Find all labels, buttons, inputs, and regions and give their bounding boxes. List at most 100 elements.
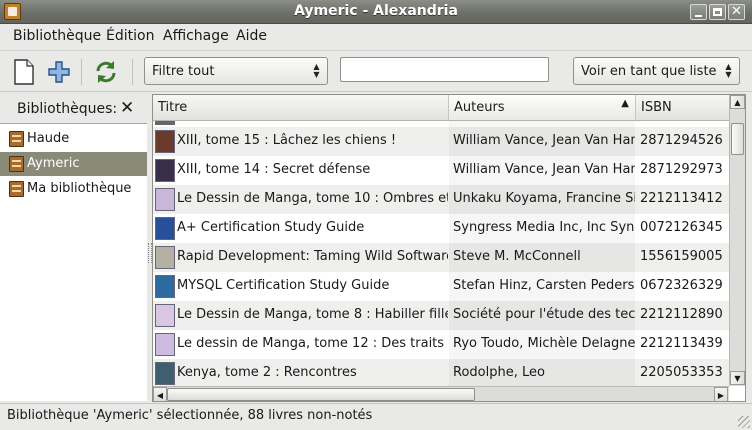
toolbar-separator — [81, 59, 82, 85]
authors-cell: Société pour l'étude des techniques — [449, 301, 635, 330]
column-header-isbn[interactable]: ISBN — [636, 95, 729, 120]
isbn-cell: 1556159005 — [640, 249, 723, 264]
table-header: Titre Auteurs ▲ ISBN — [153, 95, 729, 121]
maximize-button[interactable] — [709, 4, 726, 20]
isbn-cell: 0672326329 — [640, 278, 723, 293]
scroll-down-arrow-icon[interactable]: ▼ — [730, 371, 745, 385]
menu-bibliotheque[interactable]: Bibliothèque — [13, 28, 101, 44]
isbn-cell: 2871292973 — [640, 162, 723, 177]
filter-dropdown[interactable]: Filtre tout ▲ ▼ — [144, 57, 328, 85]
menu-edition[interactable]: Édition — [106, 28, 154, 44]
authors-cell: Steve M. McConnell — [449, 243, 635, 272]
book-cover — [155, 121, 175, 125]
status-text: Bibliothèque 'Aymeric' sélectionnée, 88 … — [7, 408, 373, 423]
menu-affichage[interactable]: Affichage — [163, 28, 229, 44]
column-header-title[interactable]: Titre — [153, 95, 449, 120]
title-cell: XIII, tome 14 : Secret défense — [177, 162, 371, 177]
library-icon — [9, 131, 24, 147]
view-mode-dropdown[interactable]: Voir en tant que liste ▲ ▼ — [573, 57, 740, 85]
book-cover — [155, 159, 175, 182]
book-cover — [155, 130, 175, 153]
title-cell: Le dessin de Manga, tome 12 : Des traits… — [177, 336, 448, 351]
library-item-label: Haude — [27, 131, 70, 146]
table-row[interactable]: Le Dessin de Manga, tome 8 : Habiller fi… — [153, 301, 729, 330]
table-row[interactable]: Kenya, tome 2 : Rencontres Rodolphe, Leo 2… — [153, 359, 729, 387]
column-header-authors[interactable]: Auteurs ▲ — [449, 95, 636, 120]
vertical-scroll-thumb[interactable] — [731, 123, 744, 155]
view-mode-value: Voir en tant que liste — [581, 64, 717, 79]
book-cover — [155, 304, 175, 327]
refresh-button[interactable] — [91, 57, 121, 87]
table-row[interactable]: Le dessin de Manga, tome 12 : Des traits… — [153, 330, 729, 359]
table-row[interactable]: Le Dessin de Manga, tome 10 : Ombres et … — [153, 185, 729, 214]
search-input[interactable] — [340, 57, 549, 82]
minimize-icon — [695, 15, 702, 17]
window-title: Aymeric - Alexandria — [294, 3, 458, 19]
table-row[interactable]: XIII, tome 14 : Secret défense William Va… — [153, 156, 729, 185]
authors-cell: William Vance, Jean Van Hamme — [449, 156, 635, 185]
add-book-button[interactable] — [44, 57, 74, 87]
authors-cell: Stefan Hinz, Carsten Pedersen — [449, 272, 635, 301]
table-row[interactable]: XIII, tome 15 : Lâchez les chiens ! Willi… — [153, 127, 729, 156]
scroll-left-arrow-icon[interactable]: ◀ — [153, 387, 167, 401]
table-row[interactable]: A+ Certification Study Guide Syngress Med… — [153, 214, 729, 243]
refresh-icon — [96, 61, 116, 83]
isbn-cell: 0072126345 — [640, 220, 723, 235]
title-cell: Kenya, tome 2 : Rencontres — [177, 365, 357, 380]
table-row[interactable]: MYSQL Certification Study Guide Stefan Hi… — [153, 272, 729, 301]
library-item-ma-bibliotheque[interactable]: Ma bibliothèque — [0, 177, 147, 201]
isbn-cell: 2205053353 — [640, 365, 723, 380]
horizontal-scrollbar[interactable]: ◀ ▶ — [153, 386, 729, 401]
menu-bar: Bibliothèque Édition Affichage Aide — [0, 25, 752, 49]
title-cell: Le Dessin de Manga, tome 10 : Ombres et … — [177, 191, 448, 206]
book-cover — [155, 275, 175, 298]
sort-ascending-icon: ▲ — [621, 98, 629, 109]
library-item-haude[interactable]: Haude — [0, 127, 147, 151]
title-cell: A+ Certification Study Guide — [177, 220, 365, 235]
title-bar: Aymeric - Alexandria ✕ — [0, 0, 752, 24]
isbn-cell: 2871294526 — [640, 133, 723, 148]
title-cell: XIII, tome 15 : Lâchez les chiens ! — [177, 133, 397, 148]
new-library-button[interactable] — [9, 57, 39, 87]
library-item-label: Ma bibliothèque — [27, 181, 132, 196]
title-cell: MYSQL Certification Study Guide — [177, 278, 390, 293]
authors-cell: Unkaku Koyama, Francine Sirven — [449, 185, 635, 214]
libraries-sidebar: Bibliothèques: ✕ Haude Aymeric Ma biblio… — [0, 93, 147, 401]
table-body: XIII, tome 15 : Lâchez les chiens ! Willi… — [153, 121, 729, 387]
toolbar-separator — [132, 59, 133, 85]
vertical-scrollbar[interactable]: ▲ ▼ — [729, 95, 745, 386]
close-window-button[interactable]: ✕ — [728, 4, 745, 20]
horizontal-scroll-thumb[interactable] — [167, 388, 475, 401]
authors-cell: Ryo Toudo, Michèle Delagneau — [449, 330, 635, 359]
column-header-authors-label: Auteurs — [454, 100, 505, 115]
sidebar-header: Bibliothèques: ✕ — [0, 93, 147, 123]
minimize-button[interactable] — [690, 4, 707, 20]
table-row[interactable]: Rapid Development: Taming Wild Software … — [153, 243, 729, 272]
title-cell: Rapid Development: Taming Wild Software … — [177, 249, 448, 264]
scroll-up-arrow-icon[interactable]: ▲ — [730, 95, 745, 109]
maximize-icon — [713, 8, 722, 16]
authors-cell: William Vance, Jean Van Hamme — [449, 127, 635, 156]
isbn-cell: 2212112890 — [640, 307, 723, 322]
close-sidebar-icon[interactable]: ✕ — [120, 98, 134, 118]
book-cover — [155, 246, 175, 269]
authors-cell: Rodolphe, Leo — [449, 359, 635, 387]
library-icon — [9, 181, 24, 197]
status-bar: Bibliothèque 'Aymeric' sélectionnée, 88 … — [0, 403, 752, 430]
sidebar-title: Bibliothèques: — [17, 101, 118, 117]
menu-aide[interactable]: Aide — [236, 28, 267, 44]
library-icon — [9, 156, 24, 172]
resize-grip-icon[interactable] — [738, 416, 750, 428]
title-cell: Le Dessin de Manga, tome 8 : Habiller fi… — [177, 307, 448, 322]
library-item-aymeric[interactable]: Aymeric — [0, 152, 147, 176]
add-icon — [48, 61, 70, 83]
book-cover — [155, 362, 175, 385]
isbn-cell: 2212113439 — [640, 336, 723, 351]
filter-dropdown-value: Filtre tout — [152, 64, 215, 79]
authors-cell: Syngress Media Inc, Inc Syngress — [449, 214, 635, 243]
updown-arrows-icon: ▲ ▼ — [313, 62, 320, 79]
book-cover — [155, 217, 175, 240]
books-table: Titre Auteurs ▲ ISBN XIII, tome 15 : Lâc… — [152, 94, 746, 402]
scroll-right-arrow-icon[interactable]: ▶ — [714, 387, 728, 401]
updown-arrows-icon: ▲ ▼ — [725, 62, 732, 79]
